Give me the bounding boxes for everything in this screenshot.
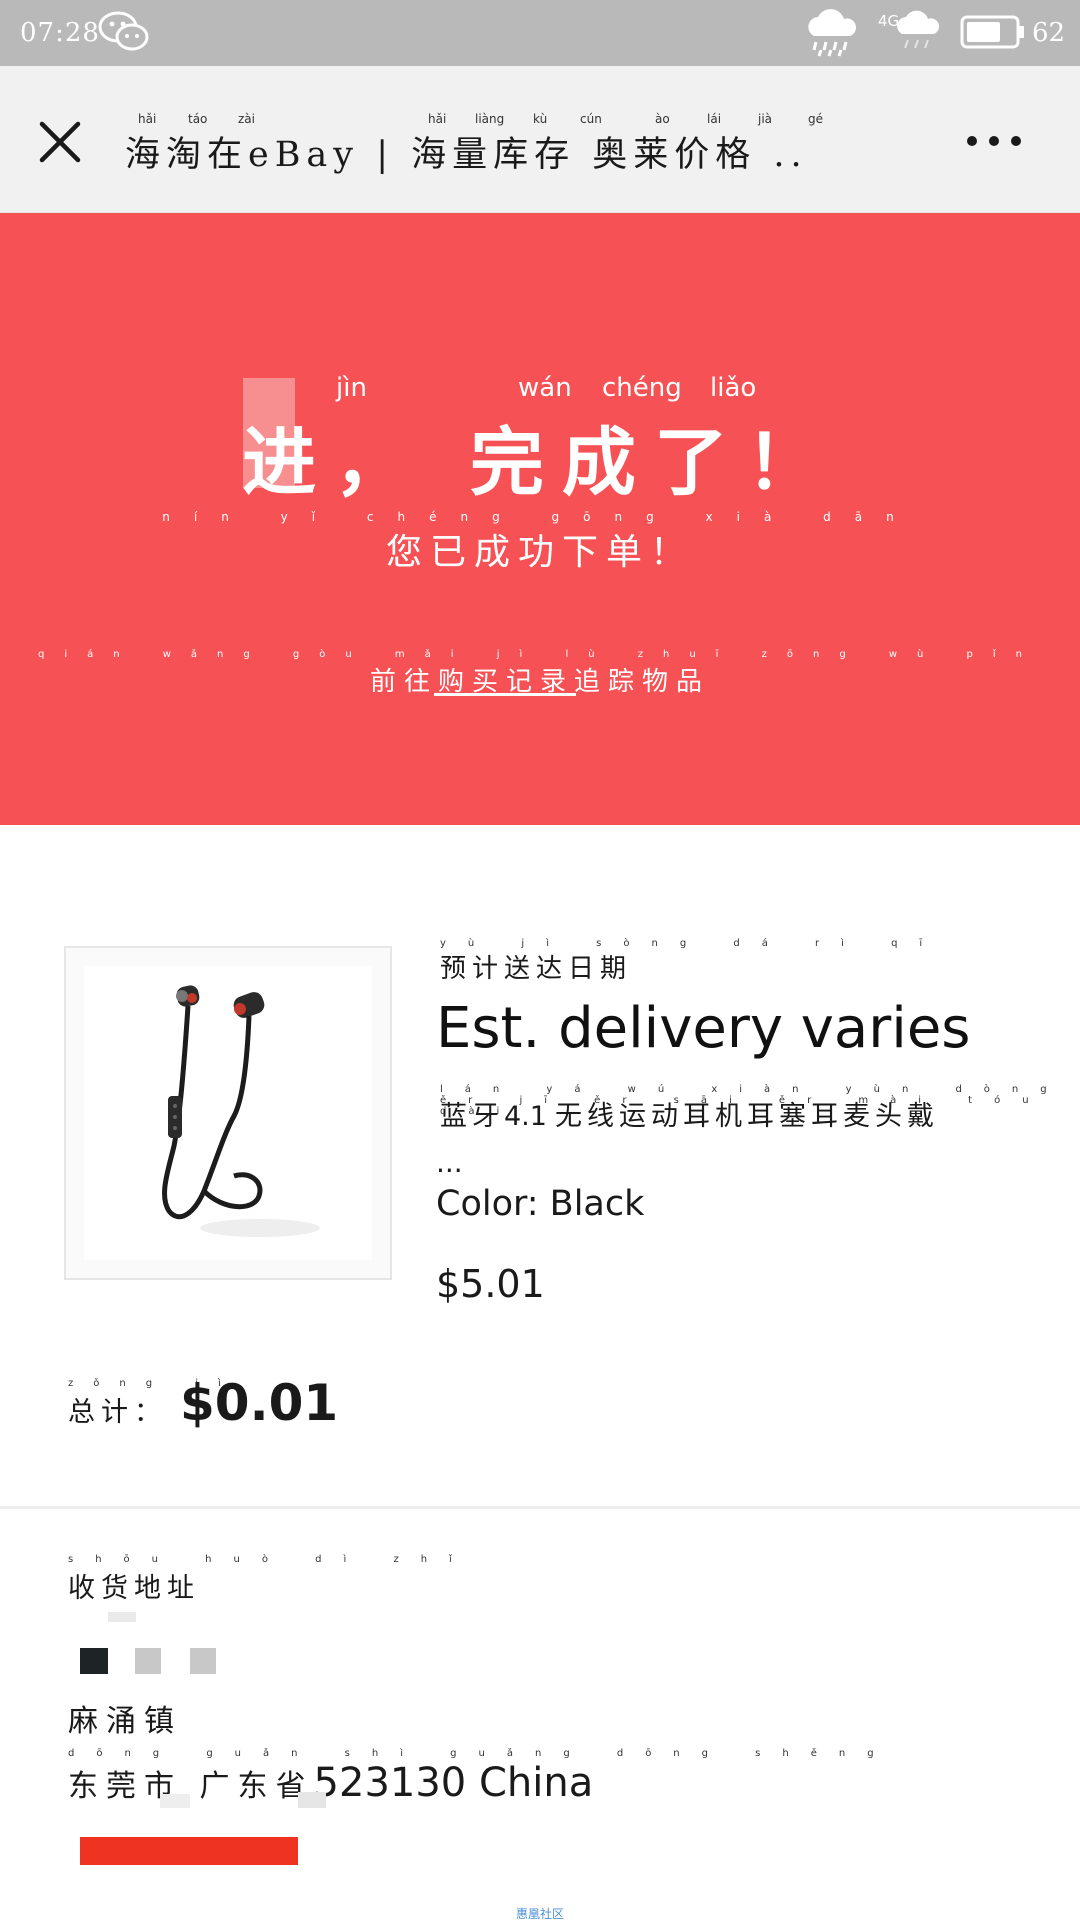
product-title-text: 无线运动耳机耳塞耳麦头戴	[554, 1101, 939, 1132]
hero-pinyin: jìn wán chéng liǎo	[0, 373, 1080, 405]
battery-percent: 62	[1032, 18, 1066, 48]
link-underline	[434, 693, 576, 696]
more-button[interactable]	[964, 116, 1024, 166]
hero-subtitle: 您已成功下单！	[385, 532, 694, 573]
redacted-name	[135, 1648, 161, 1674]
order-success-banner: jìn wán chéng liǎo 进， 完成了！ nín yǐ chéng …	[0, 213, 1080, 825]
pinyin: cún	[580, 112, 602, 126]
purchase-link-pinyin: qián wǎng gòu mǎi jì lù zhuī zōng wù pǐn	[37, 649, 1043, 660]
pinyin: liǎo	[710, 373, 757, 403]
product-photo	[84, 966, 372, 1260]
battery-icon	[960, 15, 1024, 49]
title-bar: hǎi táo zài hǎi liàng kù cún ào lái jià …	[0, 66, 1080, 213]
status-bar: 07:28 4G 62	[0, 0, 1080, 66]
address-city-pinyin: dōng guǎn shì guǎng dōng shěng	[68, 1748, 896, 1759]
address-postcode: 523130 China	[313, 1760, 594, 1806]
pinyin: chéng	[602, 373, 682, 403]
shipping-address-label: 收货地址	[68, 1573, 200, 1604]
pinyin: hǎi	[428, 112, 447, 126]
pinyin: hǎi	[138, 112, 157, 126]
hero-subtitle-pinyin: nín yǐ chéng gōng xià dān	[162, 510, 918, 524]
more-icon	[967, 136, 1021, 146]
redacted-name	[190, 1648, 216, 1674]
watermark: 惠凰社区	[515, 1907, 564, 1921]
cloud-icon	[897, 10, 940, 49]
status-time: 07:28	[20, 18, 100, 48]
product-title[interactable]: 蓝牙4.1 无线运动耳机耳塞耳麦头戴	[440, 1094, 939, 1133]
pinyin: wán	[518, 373, 572, 403]
address-town: 麻涌镇	[68, 1704, 182, 1739]
title-pinyin: hǎi táo zài hǎi liàng kù cún ào lái jià …	[125, 112, 925, 126]
prompt-text: 追踪物品	[574, 667, 711, 697]
pinyin: liàng	[475, 112, 505, 126]
prompt-text: 前往	[369, 667, 438, 697]
pinyin: ào	[655, 112, 670, 126]
pinyin: gé	[808, 112, 823, 126]
pinyin: zài	[238, 112, 255, 126]
rain-cloud-icon	[808, 9, 857, 57]
pinyin: kù	[533, 112, 548, 126]
close-button[interactable]	[30, 112, 90, 172]
close-icon	[39, 121, 81, 163]
product-title-text: 蓝牙	[440, 1101, 504, 1132]
page-title: 海淘在eBay | 海量库存 奥莱价格 ..	[125, 135, 808, 175]
redacted-text	[160, 1794, 190, 1808]
address-label-pinyin: shōu huò dì zhǐ	[68, 1554, 474, 1565]
product-title-ellipsis: ...	[436, 1146, 463, 1179]
product-title-text: 4.1	[504, 1101, 547, 1132]
pinyin: táo	[188, 112, 208, 126]
product-color: Color: Black	[436, 1184, 645, 1224]
product-price: $5.01	[436, 1262, 545, 1306]
wechat-icon	[98, 11, 149, 51]
total-label: 总计：	[68, 1397, 167, 1428]
address-city: 东莞市 广东省	[68, 1769, 314, 1804]
product-image[interactable]	[64, 946, 392, 1280]
delivery-label: 预计送达日期	[440, 954, 633, 984]
total-amount: $0.01	[180, 1374, 339, 1432]
pinyin: jià	[758, 112, 773, 126]
address-city-line: 东莞市 广东省523130 China	[68, 1760, 593, 1806]
delivery-estimate: Est. delivery varies	[436, 996, 971, 1061]
redacted-phone-bar	[80, 1837, 298, 1865]
redacted-name	[80, 1648, 108, 1674]
earphones-icon	[162, 985, 320, 1237]
pinyin: lái	[707, 112, 722, 126]
pinyin: jìn	[336, 373, 367, 403]
section-divider	[0, 1506, 1080, 1509]
redacted-text	[298, 1792, 326, 1808]
hero-title: 进， 完成了！	[242, 420, 838, 506]
redacted-text	[108, 1612, 136, 1622]
